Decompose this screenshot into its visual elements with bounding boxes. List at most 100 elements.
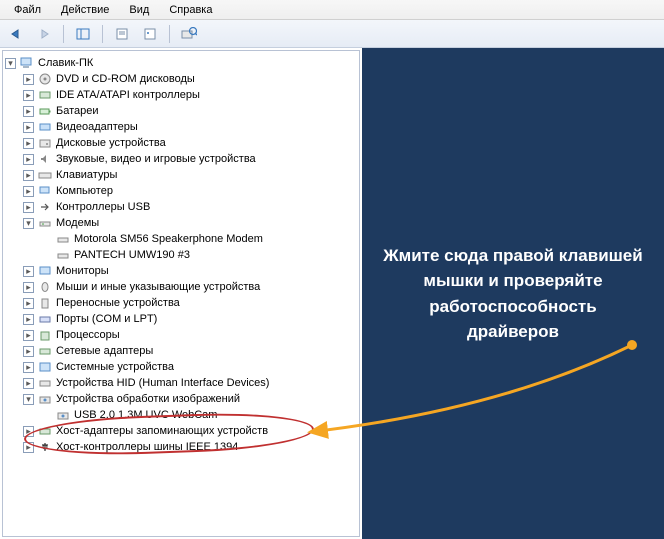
cpu-icon <box>37 327 53 343</box>
item-label: Видеоадаптеры <box>56 121 138 133</box>
help-button[interactable] <box>138 23 162 45</box>
tree-item-dvd[interactable]: ▸DVD и CD-ROM дисководы <box>21 71 359 87</box>
tree-item-ieee1394[interactable]: ▸ Хост-контроллеры шины IEEE 1394 <box>21 439 359 455</box>
back-button[interactable] <box>4 23 28 45</box>
item-label: Системные устройства <box>56 361 174 373</box>
computer-icon <box>19 55 35 71</box>
item-label: Процессоры <box>56 329 120 341</box>
item-label: USB 2.0 1.3M UVC WebCam <box>74 409 217 421</box>
usb-icon <box>37 199 53 215</box>
tree-item-storage-host[interactable]: ▸ Хост-адаптеры запоминающих устройств <box>21 423 359 439</box>
expand-icon[interactable]: ▸ <box>23 330 34 341</box>
tree-item-video[interactable]: ▸ Видеоадаптеры <box>21 119 359 135</box>
tree-item-imaging[interactable]: ▾ Устройства обработки изображений <box>21 391 359 407</box>
toolbar-separator <box>63 25 64 43</box>
expand-icon[interactable]: ▸ <box>23 362 34 373</box>
scan-hardware-button[interactable] <box>177 23 201 45</box>
expand-icon[interactable]: ▸ <box>23 298 34 309</box>
forward-button[interactable] <box>32 23 56 45</box>
expand-icon[interactable]: ▸ <box>23 138 34 149</box>
imaging-device-icon <box>37 391 53 407</box>
disk-icon <box>37 135 53 151</box>
annotation-panel: Жмите сюда правой клавишей мышки и прове… <box>362 48 664 539</box>
tree-item-keyboard[interactable]: ▸Клавиатуры <box>21 167 359 183</box>
modem-icon <box>55 247 71 263</box>
tree-item-cpu[interactable]: ▸ Процессоры <box>21 327 359 343</box>
tree-item-webcam[interactable]: USB 2.0 1.3M UVC WebCam <box>39 407 359 423</box>
tree-item-mouse[interactable]: ▸ Мыши и иные указывающие устройства <box>21 279 359 295</box>
menu-view[interactable]: Вид <box>119 2 159 18</box>
item-label: Хост-адаптеры запоминающих устройств <box>56 425 268 437</box>
expand-icon[interactable]: ▸ <box>23 74 34 85</box>
item-label: Звуковые, видео и игровые устройства <box>56 153 256 165</box>
annotation-text: Жмите сюда правой клавишей мышки и прове… <box>382 243 644 345</box>
item-label: Переносные устройства <box>56 297 180 309</box>
expand-icon[interactable]: ▸ <box>23 186 34 197</box>
tree-item-network[interactable]: ▸ Сетевые адаптеры <box>21 343 359 359</box>
tree-item-ide[interactable]: ▸IDE ATA/ATAPI контроллеры <box>21 87 359 103</box>
menu-action[interactable]: Действие <box>51 2 119 18</box>
camera-icon <box>55 407 71 423</box>
tree-item-battery[interactable]: ▸Батареи <box>21 103 359 119</box>
port-icon <box>37 311 53 327</box>
modem-icon <box>37 215 53 231</box>
battery-icon <box>37 103 53 119</box>
collapse-icon[interactable]: ▾ <box>23 394 34 405</box>
tree-root-label: Славик-ПК <box>38 57 93 69</box>
tree-item-disk[interactable]: ▸Дисковые устройства <box>21 135 359 151</box>
tree-item-modem-pantech[interactable]: PANTECH UMW190 #3 <box>39 247 359 263</box>
menu-file[interactable]: Файл <box>4 2 51 18</box>
item-label: Хост-контроллеры шины IEEE 1394 <box>56 441 238 453</box>
tree-item-portable[interactable]: ▸ Переносные устройства <box>21 295 359 311</box>
expand-icon[interactable]: ▸ <box>23 378 34 389</box>
computer-icon <box>37 183 53 199</box>
system-device-icon <box>37 359 53 375</box>
network-adapter-icon <box>37 343 53 359</box>
storage-controller-icon <box>37 423 53 439</box>
collapse-icon[interactable]: ▾ <box>5 58 16 69</box>
expand-icon[interactable]: ▸ <box>23 202 34 213</box>
item-label: PANTECH UMW190 #3 <box>74 249 190 261</box>
expand-icon[interactable]: ▸ <box>23 426 34 437</box>
tree-root[interactable]: ▾ Славик-ПК <box>3 55 359 71</box>
tree-item-modem-motorola[interactable]: Motorola SM56 Speakerphone Modem <box>39 231 359 247</box>
properties-button[interactable] <box>110 23 134 45</box>
tree-item-usb[interactable]: ▸ Контроллеры USB <box>21 199 359 215</box>
item-label: Компьютер <box>56 185 113 197</box>
collapse-icon[interactable]: ▾ <box>23 218 34 229</box>
expand-icon[interactable]: ▸ <box>23 106 34 117</box>
expand-icon[interactable]: ▸ <box>23 170 34 181</box>
device-tree[interactable]: ▾ Славик-ПК ▸DVD и CD-ROM дисководы ▸IDE… <box>2 50 360 537</box>
menu-help[interactable]: Справка <box>159 2 222 18</box>
item-label: Контроллеры USB <box>56 201 150 213</box>
tree-item-modems[interactable]: ▾Модемы <box>21 215 359 231</box>
tree-item-ports[interactable]: ▸ Порты (COM и LPT) <box>21 311 359 327</box>
item-label: Сетевые адаптеры <box>56 345 153 357</box>
expand-icon[interactable]: ▸ <box>23 154 34 165</box>
expand-icon[interactable]: ▸ <box>23 90 34 101</box>
item-label: Устройства обработки изображений <box>56 393 240 405</box>
expand-icon[interactable]: ▸ <box>23 442 34 453</box>
keyboard-icon <box>37 167 53 183</box>
item-label: Порты (COM и LPT) <box>56 313 157 325</box>
portable-device-icon <box>37 295 53 311</box>
tree-item-sound[interactable]: ▸ Звуковые, видео и игровые устройства <box>21 151 359 167</box>
expand-icon[interactable]: ▸ <box>23 282 34 293</box>
item-label: Мыши и иные указывающие устройства <box>56 281 260 293</box>
expand-icon[interactable]: ▸ <box>23 314 34 325</box>
expand-icon[interactable]: ▸ <box>23 266 34 277</box>
expand-icon[interactable]: ▸ <box>23 346 34 357</box>
ieee1394-icon <box>37 439 53 455</box>
item-label: Motorola SM56 Speakerphone Modem <box>74 233 263 245</box>
toolbar-separator <box>102 25 103 43</box>
monitor-icon <box>37 263 53 279</box>
expand-icon[interactable]: ▸ <box>23 122 34 133</box>
tree-item-hid[interactable]: ▸Устройства HID (Human Interface Devices… <box>21 375 359 391</box>
tree-item-computer[interactable]: ▸ Компьютер <box>21 183 359 199</box>
modem-icon <box>55 231 71 247</box>
show-hide-console-button[interactable] <box>71 23 95 45</box>
tree-item-monitors[interactable]: ▸Мониторы <box>21 263 359 279</box>
sound-icon <box>37 151 53 167</box>
hid-icon <box>37 375 53 391</box>
tree-item-system[interactable]: ▸ Системные устройства <box>21 359 359 375</box>
